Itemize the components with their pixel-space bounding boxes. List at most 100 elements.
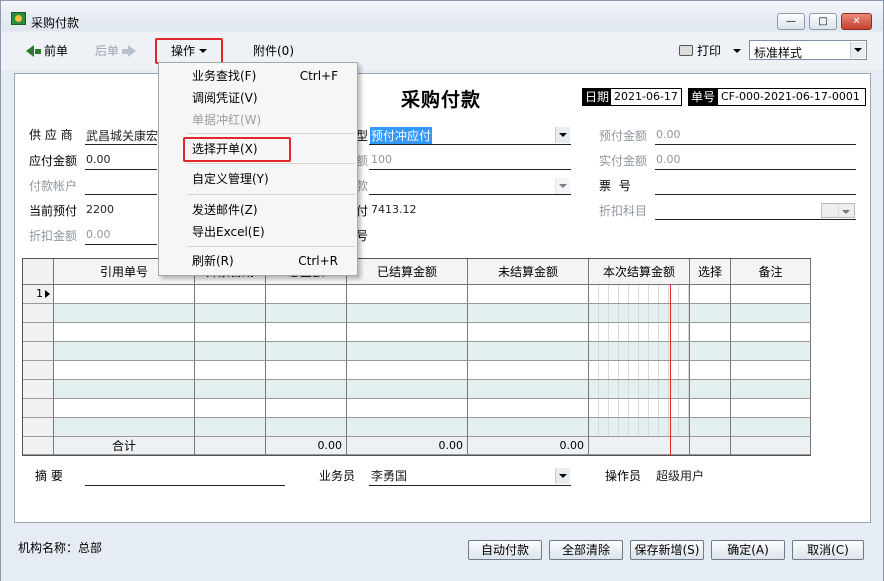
grid-cell[interactable]	[690, 285, 731, 304]
grid-cell[interactable]	[690, 323, 731, 342]
mid3-dropdown[interactable]	[553, 178, 571, 194]
grid-cell[interactable]	[468, 323, 589, 342]
grid-cell[interactable]	[266, 380, 347, 399]
mid3-field[interactable]	[369, 194, 571, 195]
menu-item-reverse-bill[interactable]: 单据冲红(W)	[160, 109, 356, 131]
save-new-button[interactable]: 保存新增(S)	[630, 540, 704, 560]
grid-cell[interactable]	[54, 323, 195, 342]
bill-no-field[interactable]: CF-000-2021-06-17-0001	[717, 88, 866, 106]
print-button[interactable]: 打印	[679, 42, 742, 59]
type-dropdown[interactable]	[553, 127, 571, 144]
grid-cell[interactable]	[347, 380, 468, 399]
discount-subject-dropdown[interactable]	[821, 203, 855, 218]
grid-cell[interactable]	[347, 399, 468, 418]
supplier-field[interactable]: 武昌城关康宏	[86, 127, 158, 144]
cancel-button[interactable]: 取消(C)	[792, 540, 864, 560]
grid-cell[interactable]	[468, 380, 589, 399]
grid-cell[interactable]	[690, 342, 731, 361]
grid-cell[interactable]	[731, 285, 811, 304]
grid-cell[interactable]	[731, 380, 811, 399]
grid-cell[interactable]	[589, 380, 690, 399]
menu-item-export-excel[interactable]: 导出Excel(E)	[160, 221, 356, 243]
grid-cell[interactable]	[589, 323, 690, 342]
grid-cell[interactable]	[266, 399, 347, 418]
grid-cell[interactable]	[347, 418, 468, 437]
row-header[interactable]	[23, 399, 54, 418]
grid-cell[interactable]	[468, 361, 589, 380]
grid-cell[interactable]	[589, 342, 690, 361]
row-header[interactable]: 1	[23, 285, 54, 304]
grid-cell[interactable]	[54, 285, 195, 304]
grid-cell[interactable]	[589, 399, 690, 418]
discount-field[interactable]: 0.00	[86, 228, 111, 241]
ok-button[interactable]: 确定(A)	[711, 540, 785, 560]
grid-cell[interactable]	[347, 323, 468, 342]
maximize-button[interactable]: □	[809, 13, 837, 30]
grid-cell[interactable]	[266, 304, 347, 323]
grid-cell[interactable]	[54, 418, 195, 437]
prev-button[interactable]: 前单	[26, 42, 68, 59]
grid-cell[interactable]	[690, 399, 731, 418]
menu-item-refresh[interactable]: 刷新(R) Ctrl+R	[160, 250, 356, 272]
grid-cell[interactable]	[195, 342, 266, 361]
grid-cell[interactable]	[690, 304, 731, 323]
grid-cell[interactable]	[690, 418, 731, 437]
grid-cell[interactable]	[690, 380, 731, 399]
grid-cell[interactable]	[589, 285, 690, 304]
staff-field[interactable]: 李勇国	[371, 467, 407, 484]
discount-subject-field[interactable]	[655, 219, 856, 220]
grid-cell[interactable]	[468, 418, 589, 437]
staff-dropdown[interactable]	[553, 468, 571, 485]
menu-item-view-voucher[interactable]: 调阅凭证(V)	[160, 87, 356, 109]
row-header[interactable]	[23, 361, 54, 380]
clear-all-button[interactable]: 全部清除	[549, 540, 623, 560]
grid-cell[interactable]	[195, 418, 266, 437]
grid-cell[interactable]	[347, 342, 468, 361]
grid-cell[interactable]	[54, 304, 195, 323]
mid2-field[interactable]: 100	[371, 153, 392, 166]
menu-item-business-search[interactable]: 业务查找(F) Ctrl+F	[160, 65, 356, 87]
row-header[interactable]	[23, 342, 54, 361]
grid-cell[interactable]	[468, 304, 589, 323]
grid-cell[interactable]	[347, 304, 468, 323]
auto-pay-button[interactable]: 自动付款	[468, 540, 542, 560]
grid-cell[interactable]	[195, 323, 266, 342]
grid-cell[interactable]	[266, 418, 347, 437]
grid-cell[interactable]	[195, 380, 266, 399]
detail-grid[interactable]: 引用单号 开票日期 总金额 已结算金额 未结算金额 本次结算金额 选择 备注 1…	[22, 258, 811, 456]
grid-cell[interactable]	[468, 399, 589, 418]
grid-cell[interactable]	[731, 304, 811, 323]
menu-item-send-email[interactable]: 发送邮件(Z)	[160, 199, 356, 221]
date-field[interactable]: 2021-06-17	[610, 88, 682, 106]
grid-cell[interactable]	[731, 418, 811, 437]
next-button[interactable]: 后单	[95, 42, 137, 59]
row-header[interactable]	[23, 323, 54, 342]
grid-cell[interactable]	[731, 323, 811, 342]
grid-cell[interactable]	[54, 361, 195, 380]
summary-field[interactable]	[85, 485, 285, 486]
grid-cell[interactable]	[731, 361, 811, 380]
grid-cell[interactable]	[731, 399, 811, 418]
payable-field[interactable]: 0.00	[86, 153, 111, 166]
row-header[interactable]	[23, 418, 54, 437]
grid-cell[interactable]	[54, 399, 195, 418]
grid-cell[interactable]	[589, 418, 690, 437]
grid-cell[interactable]	[266, 361, 347, 380]
close-button[interactable]: ✕	[841, 13, 872, 30]
grid-cell[interactable]	[347, 285, 468, 304]
col-header-unsettled[interactable]: 未结算金额	[468, 259, 589, 285]
col-header-settled[interactable]: 已结算金额	[347, 259, 468, 285]
row-header[interactable]	[23, 380, 54, 399]
account-field[interactable]	[85, 194, 157, 195]
chevron-down-icon[interactable]	[850, 42, 865, 58]
grid-cell[interactable]	[266, 342, 347, 361]
ticket-no-field[interactable]	[655, 194, 856, 195]
print-style-select[interactable]: 标准样式	[749, 40, 867, 60]
menu-item-custom-manage[interactable]: 自定义管理(Y)	[160, 168, 356, 190]
row-header[interactable]	[23, 304, 54, 323]
grid-cell[interactable]	[731, 342, 811, 361]
minimize-button[interactable]: —	[777, 13, 805, 30]
grid-cell[interactable]	[589, 304, 690, 323]
grid-cell[interactable]	[195, 399, 266, 418]
grid-cell[interactable]	[347, 361, 468, 380]
